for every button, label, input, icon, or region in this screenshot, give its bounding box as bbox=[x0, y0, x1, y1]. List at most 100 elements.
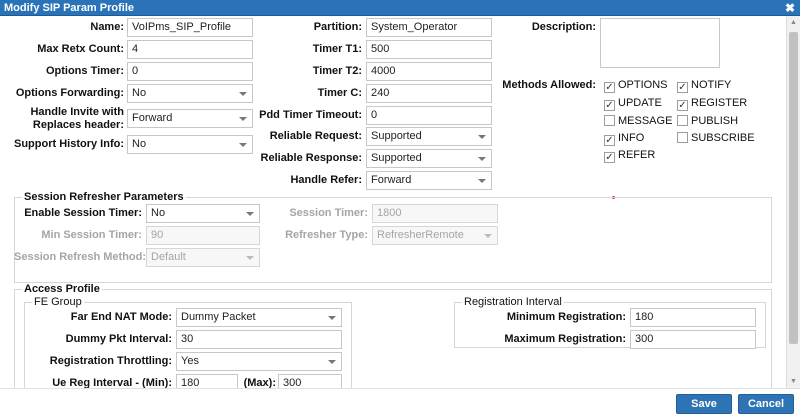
handle-refer-value: Forward bbox=[371, 174, 412, 186]
checkmark-icon: ✓ bbox=[677, 100, 688, 111]
session-refresh-method-label: Session Refresh Method: bbox=[14, 251, 147, 263]
save-button[interactable]: Save bbox=[676, 394, 732, 414]
dummy-pkt-label: Dummy Pkt Interval: bbox=[65, 333, 172, 345]
nat-mode-label: Far End NAT Mode: bbox=[70, 311, 172, 323]
chevron-down-icon bbox=[328, 316, 336, 320]
access-profile-legend: Access Profile bbox=[22, 283, 102, 295]
registration-throttling-select[interactable]: Yes bbox=[176, 352, 342, 371]
reliable-response-label: Reliable Response: bbox=[260, 152, 362, 164]
close-icon[interactable]: ✖ bbox=[783, 1, 797, 15]
registration-throttling-value: Yes bbox=[181, 355, 199, 367]
session-refresh-method-value: Default bbox=[151, 251, 186, 263]
pdd-timer-input[interactable]: 0 bbox=[366, 106, 492, 125]
reliable-request-value: Supported bbox=[371, 130, 422, 142]
scroll-up-arrow-icon[interactable]: ▲ bbox=[787, 16, 800, 29]
handle-invite-label: Handle Invite with Replaces header: bbox=[30, 106, 124, 131]
handle-refer-select[interactable]: Forward bbox=[366, 171, 492, 190]
name-input[interactable]: VoIPms_SIP_Profile bbox=[127, 18, 253, 37]
ue-reg-max-label: (Max): bbox=[243, 377, 276, 388]
enable-session-timer-value: No bbox=[151, 207, 166, 219]
options-forwarding-label: Options Forwarding: bbox=[15, 87, 124, 99]
timer-t2-label: Timer T2: bbox=[312, 65, 362, 77]
scrollbar-thumb[interactable] bbox=[789, 32, 798, 344]
partition-input[interactable]: System_Operator bbox=[366, 18, 492, 37]
vertical-scrollbar[interactable]: ▲ ▼ bbox=[786, 16, 800, 388]
methods-allowed-label: Methods Allowed: bbox=[502, 79, 596, 91]
maximum-registration-label: Maximum Registration: bbox=[504, 333, 626, 345]
method-options-checkbox[interactable]: ✓ OPTIONS bbox=[604, 79, 668, 93]
registration-interval-legend: Registration Interval bbox=[462, 296, 564, 308]
unchecked-box-icon bbox=[604, 115, 615, 126]
fe-group-legend: FE Group bbox=[32, 296, 84, 308]
name-label: Name: bbox=[90, 21, 124, 33]
ue-reg-max-input[interactable]: 300 bbox=[278, 374, 342, 388]
reliable-response-value: Supported bbox=[371, 152, 422, 164]
description-textarea[interactable] bbox=[600, 18, 720, 68]
checkmark-icon: ✓ bbox=[604, 100, 615, 111]
refresher-type-value: RefresherRemote bbox=[377, 229, 464, 241]
cancel-button[interactable]: Cancel bbox=[738, 394, 794, 414]
refresher-type-label: Refresher Type: bbox=[285, 229, 368, 241]
timer-t1-label: Timer T1: bbox=[312, 43, 362, 55]
nat-mode-value: Dummy Packet bbox=[181, 311, 256, 323]
method-info-checkbox[interactable]: ✓ INFO bbox=[604, 132, 644, 146]
unchecked-box-icon bbox=[677, 132, 688, 143]
description-label: Description: bbox=[531, 21, 596, 33]
chevron-down-icon bbox=[478, 157, 486, 161]
chevron-down-icon bbox=[246, 256, 254, 260]
reliable-request-label: Reliable Request: bbox=[269, 130, 362, 142]
method-notify-checkbox[interactable]: ✓ NOTIFY bbox=[677, 79, 731, 93]
session-refresh-method-select[interactable]: Default bbox=[146, 248, 260, 267]
min-session-timer-label: Min Session Timer: bbox=[41, 229, 142, 241]
method-register-checkbox[interactable]: ✓ REGISTER bbox=[677, 97, 747, 111]
method-refer-checkbox[interactable]: ✓ REFER bbox=[604, 149, 655, 163]
unchecked-box-icon bbox=[677, 115, 688, 126]
max-retx-input[interactable]: 4 bbox=[127, 40, 253, 59]
ue-reg-min-input[interactable]: 180 bbox=[176, 374, 238, 388]
session-timer-label: Session Timer: bbox=[289, 207, 368, 219]
timer-t1-input[interactable]: 500 bbox=[366, 40, 492, 59]
ue-reg-interval-label: Ue Reg Interval - (Min): bbox=[52, 377, 172, 388]
reliable-request-select[interactable]: Supported bbox=[366, 127, 492, 146]
handle-refer-label: Handle Refer: bbox=[290, 174, 362, 186]
registration-throttling-label: Registration Throttling: bbox=[49, 355, 172, 367]
checkmark-icon: ✓ bbox=[604, 152, 615, 163]
refresher-type-select[interactable]: RefresherRemote bbox=[372, 226, 498, 245]
enable-session-timer-label: Enable Session Timer: bbox=[24, 207, 142, 219]
method-publish-checkbox[interactable]: PUBLISH bbox=[677, 115, 738, 129]
form-content: Name: VoIPms_SIP_Profile Max Retx Count:… bbox=[0, 16, 786, 388]
reliable-response-select[interactable]: Supported bbox=[366, 149, 492, 168]
checkmark-icon: ✓ bbox=[677, 82, 688, 93]
dummy-pkt-input[interactable]: 30 bbox=[176, 330, 342, 349]
handle-invite-value: Forward bbox=[132, 112, 173, 124]
minimum-registration-input[interactable]: 180 bbox=[630, 308, 756, 327]
options-forwarding-select[interactable]: No bbox=[127, 84, 253, 103]
options-forwarding-value: No bbox=[132, 87, 147, 99]
support-history-value: No bbox=[132, 138, 147, 150]
method-subscribe-checkbox[interactable]: SUBSCRIBE bbox=[677, 132, 755, 146]
chevron-down-icon bbox=[478, 179, 486, 183]
pdd-timer-label: Pdd Timer Timeout: bbox=[259, 109, 362, 121]
session-timer-input[interactable]: 1800 bbox=[372, 204, 498, 223]
method-message-checkbox[interactable]: MESSAGE bbox=[604, 115, 672, 129]
handle-invite-select[interactable]: Forward bbox=[127, 109, 253, 128]
timer-t2-input[interactable]: 4000 bbox=[366, 62, 492, 81]
timer-c-label: Timer C: bbox=[317, 87, 362, 99]
options-timer-input[interactable]: 0 bbox=[127, 62, 253, 81]
scroll-down-arrow-icon[interactable]: ▼ bbox=[787, 375, 800, 388]
options-timer-label: Options Timer: bbox=[45, 65, 124, 77]
chevron-down-icon bbox=[239, 143, 247, 147]
timer-c-input[interactable]: 240 bbox=[366, 84, 492, 103]
chevron-down-icon bbox=[478, 135, 486, 139]
nat-mode-select[interactable]: Dummy Packet bbox=[176, 308, 342, 327]
max-retx-label: Max Retx Count: bbox=[37, 43, 124, 55]
chevron-down-icon bbox=[328, 360, 336, 364]
support-history-select[interactable]: No bbox=[127, 135, 253, 154]
checkmark-icon: ✓ bbox=[604, 135, 615, 146]
partition-label: Partition: bbox=[313, 21, 362, 33]
checkmark-icon: ✓ bbox=[604, 82, 615, 93]
chevron-down-icon bbox=[484, 234, 492, 238]
method-update-checkbox[interactable]: ✓ UPDATE bbox=[604, 97, 662, 111]
support-history-label: Support History Info: bbox=[14, 138, 124, 150]
maximum-registration-input[interactable]: 300 bbox=[630, 330, 756, 349]
